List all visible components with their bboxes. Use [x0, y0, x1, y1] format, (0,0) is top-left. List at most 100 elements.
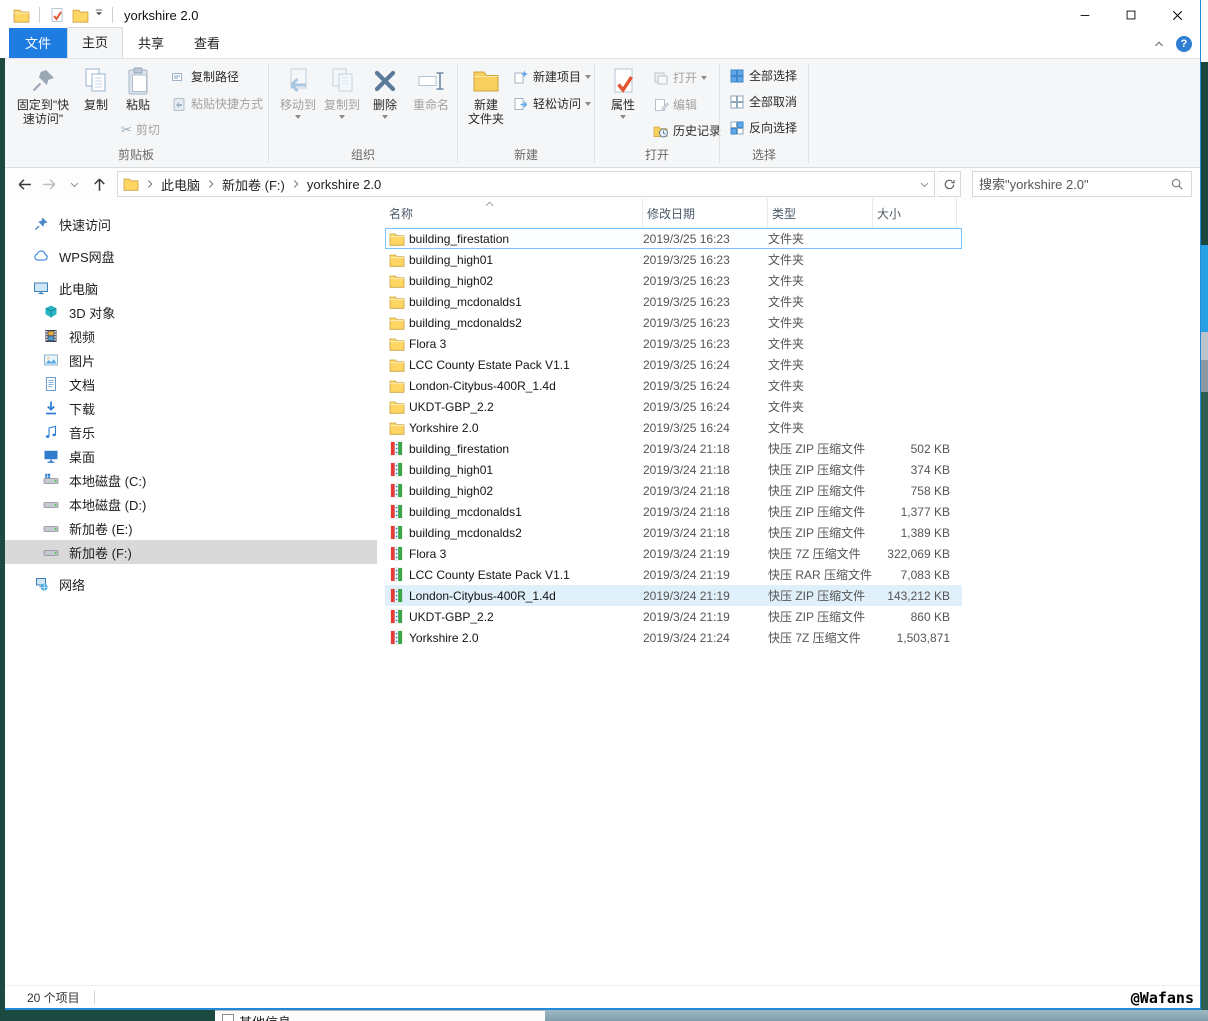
table-row[interactable]: LCC County Estate Pack V1.1 2019/3/25 16:… — [385, 354, 962, 375]
copy-button[interactable]: 复制 — [79, 65, 113, 113]
cut-button[interactable]: ✂ 剪切 — [121, 121, 160, 138]
dropdown-arrow-icon — [585, 101, 592, 106]
sidebar-item[interactable]: 本地磁盘 (D:) — [5, 492, 377, 516]
table-row[interactable]: London-Citybus-400R_1.4d 2019/3/25 16:24 文… — [385, 375, 962, 396]
minimize-button[interactable] — [1062, 0, 1108, 30]
rename-button[interactable]: 重命名 — [407, 65, 455, 113]
file-type: 文件夹 — [768, 253, 805, 267]
up-icon[interactable] — [88, 173, 110, 195]
table-row[interactable]: building_mcdonalds2 2019/3/25 16:23 文件夹 — [385, 312, 962, 333]
copy-path-button[interactable]: 复制路径 — [171, 68, 239, 85]
sidebar-item[interactable]: 3D 对象 — [5, 300, 377, 324]
table-row[interactable]: building_mcdonalds1 2019/3/24 21:18 快压 ZIP… — [385, 501, 962, 522]
sidebar-item[interactable]: 视频 — [5, 324, 377, 348]
select-none-button[interactable]: 全部取消 — [729, 93, 797, 110]
sidebar-item[interactable]: WPS网盘 — [5, 244, 377, 268]
checkbox-icon[interactable] — [222, 1014, 234, 1021]
invert-selection-button[interactable]: 反向选择 — [729, 119, 797, 136]
sidebar-item-label: 新加卷 (F:) — [69, 545, 132, 561]
column-header-name[interactable]: 名称 — [385, 198, 643, 228]
sidebar-item[interactable]: 音乐 — [5, 420, 377, 444]
pin-to-quick-access-button[interactable]: 固定到"快 速访问" — [11, 65, 75, 127]
breadcrumb-current-folder[interactable]: yorkshire 2.0 — [303, 177, 385, 192]
forward-icon[interactable] — [38, 173, 60, 195]
tab-home[interactable]: 主页 — [67, 27, 124, 58]
history-button[interactable]: 历史记录 — [653, 122, 721, 139]
table-row[interactable]: Yorkshire 2.0 2019/3/24 21:24 快压 7Z 压缩文件 1,… — [385, 627, 962, 648]
back-icon[interactable] — [13, 173, 35, 195]
table-row[interactable]: Flora 3 2019/3/25 16:23 文件夹 — [385, 333, 962, 354]
select-all-button[interactable]: 全部选择 — [729, 67, 797, 84]
tab-share[interactable]: 共享 — [123, 28, 179, 58]
file-name: LCC County Estate Pack V1.1 — [409, 567, 570, 582]
tab-view[interactable]: 查看 — [179, 28, 235, 58]
file-name: UKDT-GBP_2.2 — [409, 399, 494, 414]
recent-locations-icon[interactable] — [63, 173, 85, 195]
delete-button[interactable]: 删除 — [367, 65, 403, 119]
sidebar-item[interactable]: 图片 — [5, 348, 377, 372]
file-type: 文件夹 — [768, 274, 805, 288]
file-name: London-Citybus-400R_1.4d — [409, 378, 556, 393]
sidebar-item[interactable]: 文档 — [5, 372, 377, 396]
copy-to-button[interactable]: 复制到 — [321, 65, 363, 119]
maximize-button[interactable] — [1108, 0, 1154, 30]
sidebar-item[interactable]: 新加卷 (F:) — [5, 540, 377, 564]
sidebar-item[interactable]: 本地磁盘 (C:) — [5, 468, 377, 492]
edit-button[interactable]: 编辑 — [653, 96, 697, 113]
breadcrumb: 此电脑 新加卷 (F:) yorkshire 2.0 — [143, 175, 914, 194]
column-header-type[interactable]: 类型 — [768, 198, 873, 228]
address-bar[interactable]: 此电脑 新加卷 (F:) yorkshire 2.0 — [117, 171, 935, 197]
move-to-button[interactable]: 移动到 — [277, 65, 319, 119]
properties-quick-icon[interactable] — [49, 7, 66, 24]
table-row[interactable]: building_mcdonalds2 2019/3/24 21:18 快压 ZIP… — [385, 522, 962, 543]
sidebar-item[interactable]: 桌面 — [5, 444, 377, 468]
table-row[interactable]: building_high02 2019/3/25 16:23 文件夹 — [385, 270, 962, 291]
open-button[interactable]: 打开 — [653, 69, 708, 86]
table-row[interactable]: building_high01 2019/3/25 16:23 文件夹 — [385, 249, 962, 270]
collapse-ribbon-icon[interactable] — [1152, 37, 1166, 51]
address-dropdown-icon[interactable] — [914, 172, 934, 196]
easy-access-button[interactable]: 轻松访问 — [513, 95, 592, 112]
file-date: 2019/3/25 16:24 — [643, 420, 730, 435]
new-folder-button[interactable]: 新建 文件夹 — [463, 65, 509, 127]
table-row[interactable]: London-Citybus-400R_1.4d 2019/3/24 21:19 快… — [385, 585, 962, 606]
paste-button[interactable]: 粘贴 — [117, 65, 159, 113]
table-row[interactable]: UKDT-GBP_2.2 2019/3/24 21:19 快压 ZIP 压缩文件 86… — [385, 606, 962, 627]
sidebar-item[interactable]: 新加卷 (E:) — [5, 516, 377, 540]
archive-icon — [389, 588, 405, 604]
group-separator — [457, 63, 458, 163]
table-row[interactable]: building_firestation 2019/3/25 16:23 文件夹 — [385, 228, 962, 249]
column-headers: 名称 修改日期 类型 大小 — [385, 198, 962, 228]
sidebar-item[interactable]: 下载 — [5, 396, 377, 420]
sidebar-item[interactable]: 此电脑 — [5, 276, 377, 300]
qat-dropdown-icon[interactable] — [95, 7, 103, 24]
sidebar-item[interactable]: 网络 — [5, 572, 377, 596]
table-row[interactable]: building_mcdonalds1 2019/3/25 16:23 文件夹 — [385, 291, 962, 312]
paste-shortcut-button[interactable]: 粘贴快捷方式 — [171, 95, 263, 112]
search-input[interactable] — [973, 176, 1167, 192]
breadcrumb-this-pc[interactable]: 此电脑 — [157, 175, 204, 194]
column-header-date[interactable]: 修改日期 — [643, 198, 768, 228]
table-row[interactable]: building_firestation 2019/3/24 21:18 快压 ZI… — [385, 438, 962, 459]
column-header-size[interactable]: 大小 — [873, 198, 957, 228]
close-button[interactable] — [1154, 0, 1200, 30]
help-icon[interactable]: ? — [1176, 36, 1192, 52]
file-name: building_mcdonalds1 — [409, 294, 522, 309]
tab-file[interactable]: 文件 — [9, 28, 68, 58]
sidebar-item-label: WPS网盘 — [59, 249, 115, 265]
table-row[interactable]: LCC County Estate Pack V1.1 2019/3/24 21:… — [385, 564, 962, 585]
properties-button[interactable]: 属性 — [603, 65, 643, 119]
sidebar-item[interactable]: 快速访问 — [5, 212, 377, 236]
breadcrumb-drive-f[interactable]: 新加卷 (F:) — [218, 175, 289, 194]
refresh-icon[interactable] — [938, 171, 961, 197]
sidebar-item-label: 文档 — [69, 377, 96, 393]
file-size: 860 KB — [910, 609, 950, 624]
table-row[interactable]: UKDT-GBP_2.2 2019/3/25 16:24 文件夹 — [385, 396, 962, 417]
new-item-button[interactable]: 新建项目 — [513, 68, 592, 85]
table-row[interactable]: Flora 3 2019/3/24 21:19 快压 7Z 压缩文件 322,069 … — [385, 543, 962, 564]
table-row[interactable]: building_high01 2019/3/24 21:18 快压 ZIP 压缩文… — [385, 459, 962, 480]
file-type: 快压 7Z 压缩文件 — [768, 547, 861, 561]
table-row[interactable]: Yorkshire 2.0 2019/3/25 16:24 文件夹 — [385, 417, 962, 438]
table-row[interactable]: building_high02 2019/3/24 21:18 快压 ZIP 压缩文… — [385, 480, 962, 501]
new-folder-quick-icon[interactable] — [72, 7, 89, 24]
